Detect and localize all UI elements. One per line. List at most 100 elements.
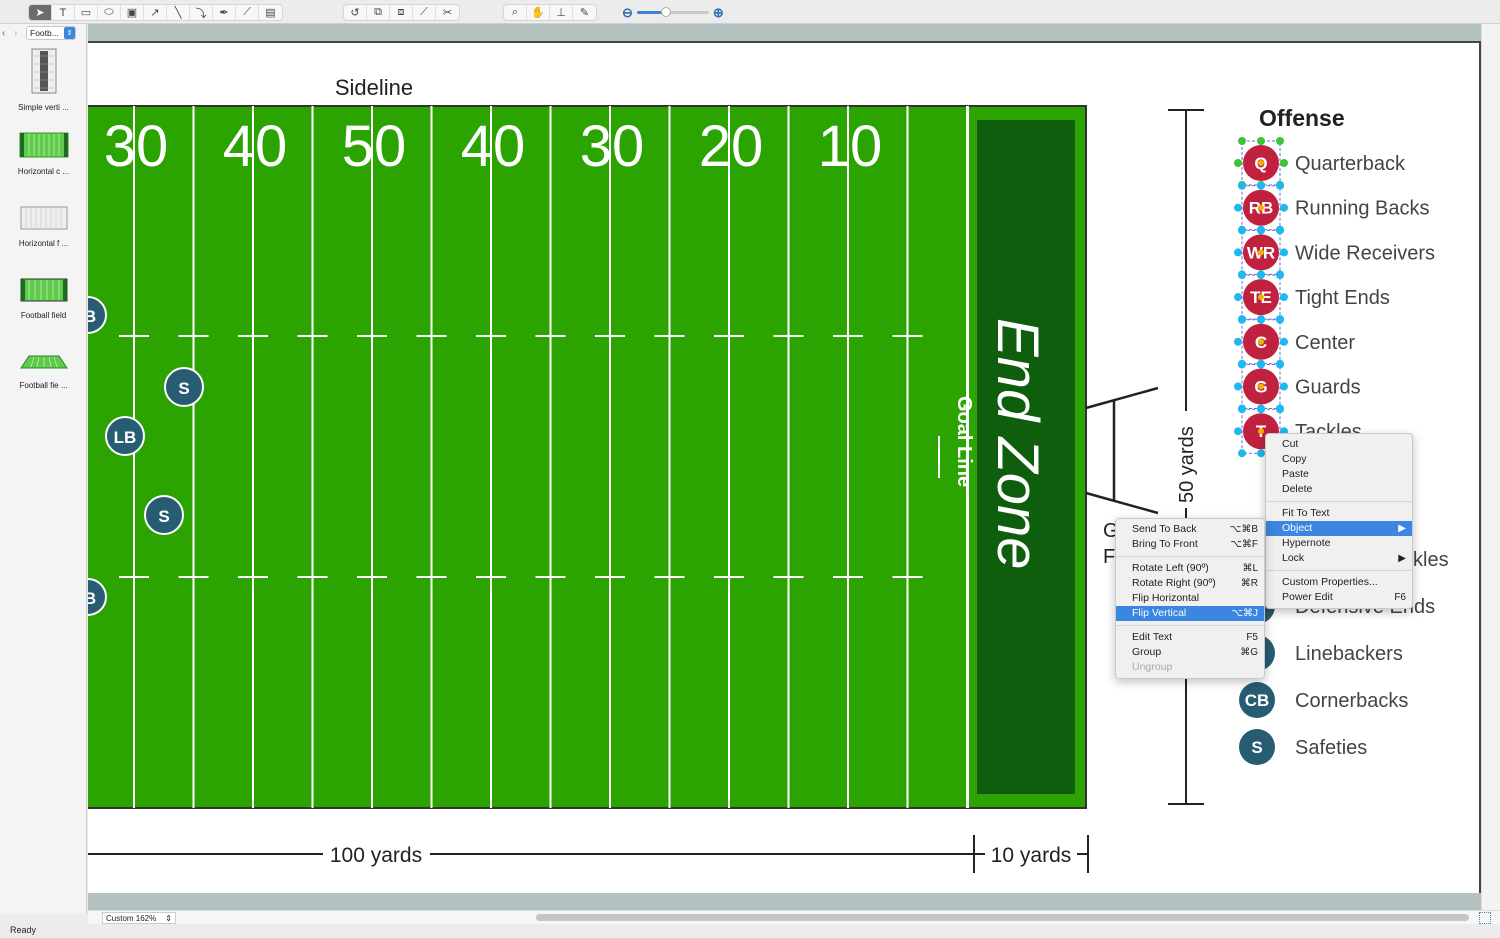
library-item-horizontal-field[interactable]: Horizontal f ... — [0, 206, 87, 248]
menu-item-object[interactable]: Object ▶ — [1266, 521, 1412, 536]
connector-cut-icon[interactable]: ✂ — [436, 5, 459, 20]
resize-handle[interactable] — [1280, 337, 1288, 346]
menu-item-custom-properties[interactable]: Custom Properties... — [1266, 575, 1412, 590]
offense-legend-item[interactable]: RB Running Backs — [1234, 181, 1430, 234]
text-handle-icon[interactable] — [1258, 383, 1264, 390]
defense-legend-item[interactable]: S Safeties — [1239, 729, 1367, 765]
menu-item-edit-text[interactable]: Edit Text F5 — [1116, 630, 1264, 645]
menu-item-lock[interactable]: Lock ▶ — [1266, 551, 1412, 566]
resize-handle[interactable] — [1234, 337, 1242, 346]
zoom-select[interactable]: Custom 162% ⇕ — [102, 912, 176, 924]
library-item-football-field[interactable]: Football field — [0, 278, 87, 320]
menu-item-send-to-back[interactable]: Send To Back ⌥⌘B — [1116, 522, 1264, 537]
resize-handle[interactable] — [1280, 159, 1288, 167]
resize-handle[interactable] — [1257, 405, 1265, 414]
ellipse-icon[interactable]: ⬭ — [98, 5, 121, 20]
resize-handle[interactable] — [1257, 137, 1265, 145]
library-item-simple-vertical[interactable]: Simple verti ... — [0, 48, 87, 112]
menu-item-hypernote[interactable]: Hypernote — [1266, 536, 1412, 551]
text-handle-icon[interactable] — [1258, 204, 1264, 211]
resize-handle[interactable] — [1238, 181, 1246, 190]
text-handle-icon[interactable] — [1258, 428, 1264, 435]
connector-add-icon[interactable]: ⟋ — [413, 5, 436, 20]
menu-item-bring-to-front[interactable]: Bring To Front ⌥⌘F — [1116, 537, 1264, 552]
resize-handle[interactable] — [1280, 293, 1288, 302]
text-handle-icon[interactable] — [1258, 249, 1264, 256]
resize-handle[interactable] — [1280, 248, 1288, 257]
rotate-icon[interactable]: ↺ — [344, 5, 367, 20]
field-player[interactable]: LB — [105, 416, 145, 456]
resize-handle[interactable] — [1280, 382, 1288, 391]
zoom-slider[interactable] — [636, 7, 709, 17]
menu-item-fit-to-text[interactable]: Fit To Text — [1266, 506, 1412, 521]
resize-handle[interactable] — [1257, 360, 1265, 369]
resize-handle[interactable] — [1257, 181, 1265, 190]
resize-handle[interactable] — [1238, 226, 1246, 235]
offense-legend-item[interactable]: Q Quarterback — [1234, 137, 1406, 189]
zoom-in-icon[interactable]: ⊕ — [713, 5, 724, 21]
offense-legend-item[interactable]: TE Tight Ends — [1234, 271, 1390, 324]
resize-handle[interactable] — [1238, 137, 1246, 145]
eyedropper-icon[interactable]: ✎ — [573, 5, 596, 20]
menu-item-copy[interactable]: Copy — [1266, 452, 1412, 467]
offense-legend-item[interactable]: G Guards — [1234, 360, 1361, 413]
zoom-out-icon[interactable]: ⊖ — [622, 5, 633, 21]
menu-item-group[interactable]: Group ⌘G — [1116, 645, 1264, 660]
resize-handle[interactable] — [1234, 382, 1242, 391]
defense-legend-item[interactable]: CB Cornerbacks — [1239, 682, 1408, 718]
resize-handle[interactable] — [1276, 405, 1284, 414]
resize-handle[interactable] — [1234, 427, 1242, 436]
resize-handle[interactable] — [1257, 226, 1265, 235]
resize-handle[interactable] — [1276, 137, 1284, 145]
group-icon[interactable]: ⧉ — [367, 5, 390, 20]
rectangle-icon[interactable]: ▭ — [75, 5, 98, 20]
hand-pan-icon[interactable]: ✋ — [527, 5, 550, 20]
menu-item-flip-horizontal[interactable]: Flip Horizontal — [1116, 591, 1264, 606]
library-item-horizontal-colored[interactable]: Horizontal c ... — [0, 132, 87, 176]
resize-handle[interactable] — [1257, 271, 1265, 280]
resize-handle[interactable] — [1257, 449, 1265, 458]
resize-handle[interactable] — [1276, 181, 1284, 190]
pen-icon[interactable]: ✒ — [213, 5, 236, 20]
menu-item-ungroup[interactable]: Ungroup — [1116, 660, 1264, 675]
menu-item-delete[interactable]: Delete — [1266, 482, 1412, 497]
resize-handle[interactable] — [1238, 360, 1246, 369]
menu-item-paste[interactable]: Paste — [1266, 467, 1412, 482]
resize-handle[interactable] — [1276, 226, 1284, 235]
resize-handle[interactable] — [1234, 203, 1242, 212]
fit-page-icon[interactable] — [1479, 912, 1491, 924]
text-handle-icon[interactable] — [1258, 160, 1264, 166]
zoom-glass-icon[interactable]: ⌕ — [504, 5, 527, 20]
horizontal-scrollbar[interactable] — [536, 914, 1469, 921]
football-field[interactable] — [88, 105, 1087, 809]
resize-handle[interactable] — [1257, 315, 1265, 324]
note-icon[interactable]: ▤ — [259, 5, 282, 20]
resize-handle[interactable] — [1238, 449, 1246, 458]
resize-handle[interactable] — [1238, 271, 1246, 280]
frame-icon[interactable]: ▣ — [121, 5, 144, 20]
menu-item-flip-vertical[interactable]: Flip Vertical ⌥⌘J — [1116, 606, 1264, 621]
offense-legend-item[interactable]: C Center — [1234, 315, 1355, 368]
text-handle-icon[interactable] — [1258, 294, 1264, 301]
resize-handle[interactable] — [1276, 271, 1284, 280]
menu-item-rotate-right-90[interactable]: Rotate Right (90º) ⌘R — [1116, 576, 1264, 591]
menu-item-cut[interactable]: Cut — [1266, 437, 1412, 452]
resize-handle[interactable] — [1234, 159, 1242, 167]
resize-handle[interactable] — [1276, 315, 1284, 324]
offense-legend-item[interactable]: WR Wide Receivers — [1234, 226, 1435, 279]
line-icon[interactable]: ╲ — [167, 5, 190, 20]
resize-handle[interactable] — [1234, 248, 1242, 257]
ungroup-icon[interactable]: ⧈ — [390, 5, 413, 20]
resize-handle[interactable] — [1280, 203, 1288, 212]
text-box-icon[interactable]: T — [52, 5, 75, 20]
zoom-slider-knob[interactable] — [660, 7, 671, 17]
field-player[interactable]: S — [164, 367, 204, 407]
drawing-page[interactable]: Sideline 30 40 50 40 30 20 10 Goal Line … — [88, 41, 1481, 893]
field-player[interactable]: S — [144, 495, 184, 535]
menu-item-rotate-left-90[interactable]: Rotate Left (90º) ⌘L — [1116, 561, 1264, 576]
curve-icon[interactable]: ⤵ — [190, 5, 213, 20]
resize-handle[interactable] — [1276, 360, 1284, 369]
menu-item-power-edit[interactable]: Power Edit F6 — [1266, 590, 1412, 605]
resize-handle[interactable] — [1238, 315, 1246, 324]
resize-handle[interactable] — [1238, 405, 1246, 414]
